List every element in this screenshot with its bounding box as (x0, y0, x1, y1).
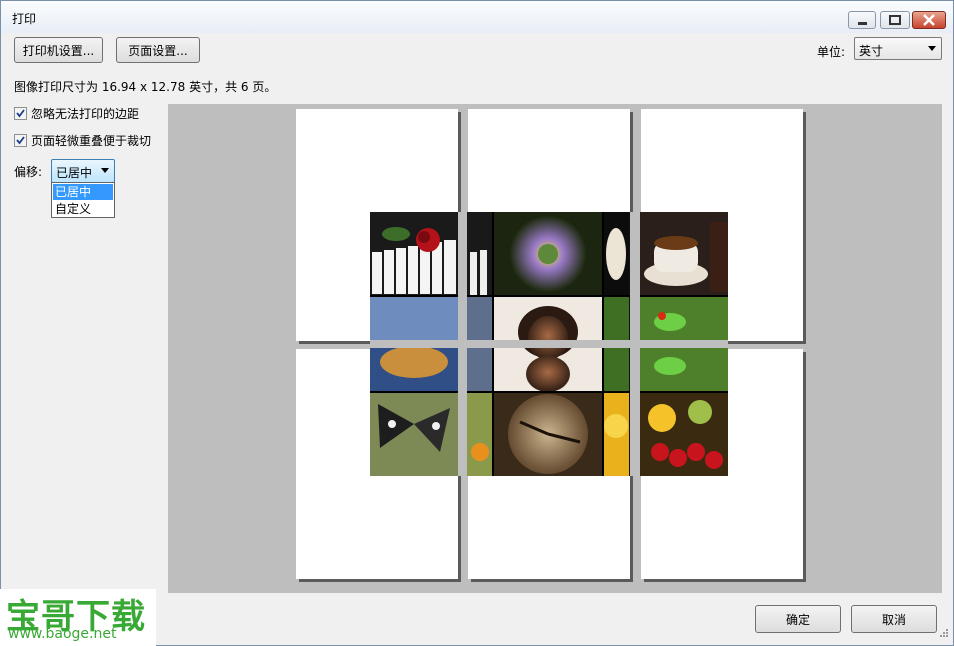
offset-option-custom[interactable]: 自定义 (53, 201, 113, 217)
fruit-photo (603, 392, 728, 476)
window-title: 打印 (12, 12, 37, 26)
coffee-cup-photo (640, 212, 728, 296)
minimize-button[interactable] (848, 11, 876, 29)
print-size-info: 图像打印尺寸为 16.94 x 12.78 英寸，共 6 页。 (14, 80, 277, 94)
check-icon (16, 136, 25, 145)
resize-grip-icon[interactable] (939, 628, 949, 638)
offset-select[interactable]: 已居中 (51, 159, 115, 183)
offset-option-centered[interactable]: 已居中 (53, 184, 113, 200)
close-icon (923, 14, 935, 26)
check-icon (16, 109, 25, 118)
unit-select-value: 英寸 (859, 44, 884, 58)
butterfly-photo (370, 392, 493, 476)
offset-dropdown-list: 已居中 自定义 (51, 182, 115, 218)
printer-settings-button[interactable]: 打印机设置... (14, 37, 103, 63)
passion-flower-photo (493, 212, 629, 296)
ignore-margins-checkbox[interactable] (14, 107, 27, 120)
unit-select[interactable]: 英寸 (854, 37, 942, 60)
offset-select-value: 已居中 (56, 166, 93, 180)
print-preview-area (168, 104, 942, 593)
watermark-logo: 宝哥下载 www.baoge.net (0, 589, 156, 646)
piano-rose-photo (370, 212, 493, 296)
ok-button[interactable]: 确定 (755, 605, 841, 633)
chevron-down-icon (101, 168, 109, 173)
ignore-margins-label: 忽略无法打印的边距 (31, 107, 140, 121)
page-settings-button[interactable]: 页面设置... (116, 37, 200, 63)
chevron-down-icon (928, 46, 936, 51)
unit-label: 单位: (817, 45, 846, 59)
cancel-button[interactable]: 取消 (851, 605, 937, 633)
overlap-pages-label: 页面轻微重叠便于裁切 (31, 134, 152, 148)
overlap-pages-checkbox[interactable] (14, 134, 27, 147)
offset-label: 偏移: (14, 165, 43, 179)
maximize-button[interactable] (880, 11, 910, 29)
maximize-icon (889, 15, 901, 25)
clock-photo (493, 392, 603, 476)
print-dialog: 打印 打印机设置... 页面设置... 单位: 英寸 图像打印尺寸为 16.94… (0, 0, 954, 646)
watermark-url: www.baoge.net (8, 626, 117, 642)
close-button[interactable] (912, 11, 946, 29)
minimize-icon (858, 22, 867, 25)
title-bar: 打印 (1, 1, 953, 33)
photo-collage-image (370, 212, 728, 476)
